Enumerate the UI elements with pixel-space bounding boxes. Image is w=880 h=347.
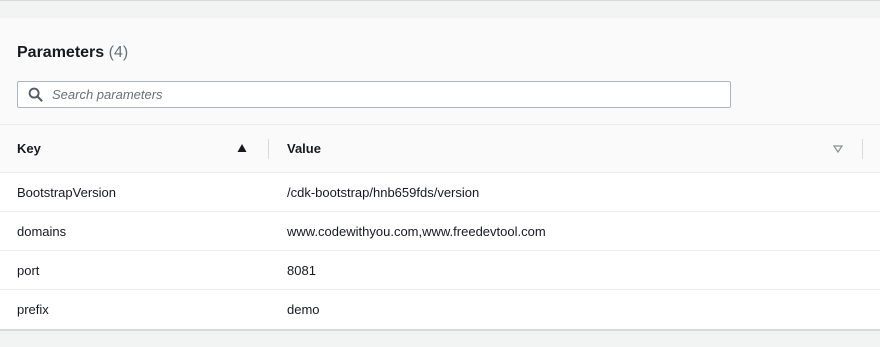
table-row: prefix demo xyxy=(0,290,880,329)
column-header-value[interactable]: Value xyxy=(287,125,862,173)
cell-value: demo xyxy=(287,302,320,317)
cell-key: port xyxy=(17,263,40,278)
sort-descending-icon[interactable] xyxy=(833,144,843,154)
column-header-key[interactable]: Key xyxy=(17,125,267,173)
cell-value: /cdk-bootstrap/hnb659fds/version xyxy=(287,185,480,200)
parameters-panel: Parameters (4) Key Value xyxy=(0,18,880,331)
cell-value: 8081 xyxy=(287,263,316,278)
column-header-value-label: Value xyxy=(287,141,321,156)
cell-key: prefix xyxy=(17,302,49,317)
search-box[interactable] xyxy=(17,81,731,108)
search-input[interactable] xyxy=(52,85,712,104)
column-header-key-label: Key xyxy=(17,141,41,156)
table-row: BootstrapVersion /cdk-bootstrap/hnb659fd… xyxy=(0,173,880,212)
cell-key: domains xyxy=(17,224,67,239)
table-row: port 8081 xyxy=(0,251,880,290)
panel-title: Parameters (4) xyxy=(17,44,128,62)
table-row: domains www.codewithyou.com,www.freedevt… xyxy=(0,212,880,251)
search-icon xyxy=(28,87,43,102)
cell-value: www.codewithyou.com,www.freedevtool.com xyxy=(287,224,546,239)
panel-header: Parameters (4) xyxy=(0,18,880,125)
column-divider[interactable] xyxy=(268,139,269,159)
cell-key: BootstrapVersion xyxy=(17,185,117,200)
table-header: Key Value xyxy=(0,125,880,173)
top-strip xyxy=(0,0,880,18)
bottom-strip xyxy=(0,333,880,347)
column-divider[interactable] xyxy=(862,139,863,159)
parameters-table: Key Value BootstrapVersion /cdk-bootstra… xyxy=(0,125,880,329)
panel-title-text: Parameters xyxy=(17,44,105,61)
sort-ascending-icon[interactable] xyxy=(237,143,247,153)
parameters-count: (4) xyxy=(108,44,129,61)
